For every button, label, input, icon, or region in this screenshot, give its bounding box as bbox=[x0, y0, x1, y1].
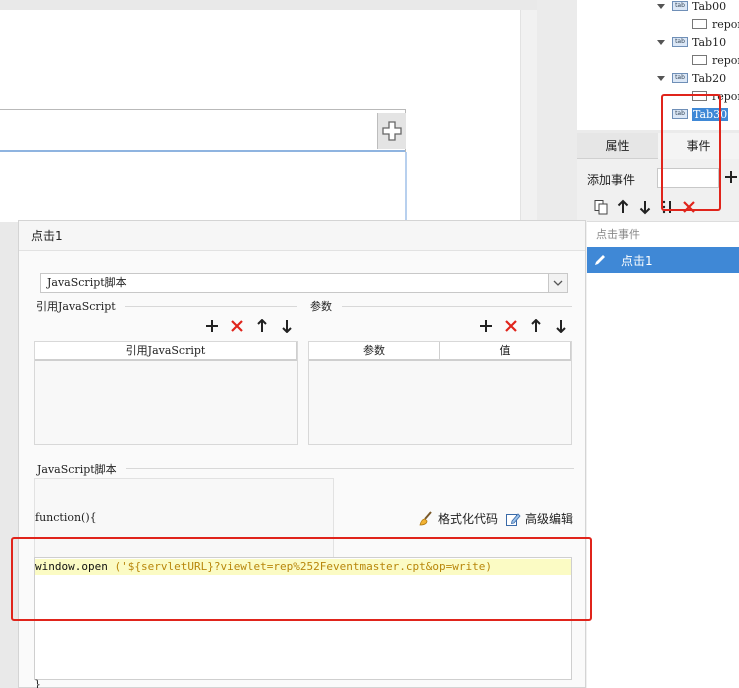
event-list: 点击事件 点击1 bbox=[587, 221, 739, 688]
highlight-box bbox=[661, 94, 721, 211]
ref-js-label: 引用JavaScript bbox=[36, 300, 116, 313]
expand-icon[interactable] bbox=[657, 3, 665, 9]
column-header[interactable]: 引用JavaScript bbox=[35, 342, 297, 359]
delete-icon[interactable] bbox=[229, 318, 245, 334]
function-header: function(){ bbox=[35, 511, 97, 524]
add-event-button[interactable] bbox=[722, 166, 739, 188]
move-up-icon[interactable] bbox=[615, 199, 631, 215]
event-item[interactable]: 点击1 bbox=[587, 247, 739, 273]
edit-icon bbox=[506, 512, 521, 526]
column-header[interactable]: 值 bbox=[440, 342, 571, 359]
tree-item-report[interactable]: repor bbox=[692, 16, 739, 32]
closing-brace: } bbox=[34, 678, 41, 688]
add-event-label: 添加事件 bbox=[587, 173, 636, 187]
params-label: 参数 bbox=[310, 300, 332, 313]
ref-js-table[interactable]: 引用JavaScript bbox=[34, 341, 298, 445]
move-down-icon[interactable] bbox=[637, 199, 653, 215]
brush-icon bbox=[419, 510, 432, 525]
plus-icon bbox=[382, 121, 402, 141]
highlight-box bbox=[11, 537, 592, 621]
canvas-scrollbar[interactable] bbox=[520, 10, 537, 220]
tree-item-tab10[interactable]: tab Tab10 bbox=[657, 34, 726, 50]
divider bbox=[342, 306, 572, 307]
delete-icon[interactable] bbox=[503, 318, 519, 334]
tree-item-tab20[interactable]: tab Tab20 bbox=[657, 70, 726, 86]
copy-icon[interactable] bbox=[593, 199, 609, 215]
tab-widget-body bbox=[0, 152, 407, 222]
pencil-icon[interactable] bbox=[587, 247, 613, 273]
plus-icon bbox=[724, 171, 737, 183]
params-toolbar bbox=[478, 318, 569, 334]
divider bbox=[125, 306, 297, 307]
params-table[interactable]: 参数 值 bbox=[308, 341, 572, 445]
dialog-title: 点击1 bbox=[19, 221, 585, 251]
report-icon bbox=[692, 55, 707, 65]
tree-item-tab00[interactable]: tab Tab00 bbox=[657, 0, 726, 14]
chevron-down-icon[interactable] bbox=[548, 274, 567, 292]
script-type-select[interactable]: JavaScript脚本 bbox=[40, 273, 568, 293]
tab-properties[interactable]: 属性 bbox=[577, 133, 658, 159]
add-icon[interactable] bbox=[478, 318, 494, 334]
tree-item-report[interactable]: repor bbox=[692, 52, 739, 68]
move-down-icon[interactable] bbox=[553, 318, 569, 334]
report-icon bbox=[692, 19, 707, 29]
script-section-label: JavaScript脚本 bbox=[37, 463, 117, 476]
expand-icon[interactable] bbox=[657, 39, 665, 45]
expand-icon[interactable] bbox=[657, 75, 665, 81]
format-code-button[interactable]: 格式化代码 bbox=[418, 510, 498, 527]
ref-js-toolbar bbox=[204, 318, 295, 334]
column-header[interactable]: 参数 bbox=[309, 342, 440, 359]
move-up-icon[interactable] bbox=[254, 318, 270, 334]
event-group-header: 点击事件 bbox=[596, 228, 640, 241]
divider bbox=[126, 468, 574, 469]
tab-icon: tab bbox=[672, 37, 688, 47]
move-down-icon[interactable] bbox=[279, 318, 295, 334]
add-tab-button[interactable] bbox=[377, 113, 406, 149]
move-up-icon[interactable] bbox=[528, 318, 544, 334]
tab-widget-bar[interactable] bbox=[0, 109, 406, 152]
tab-icon: tab bbox=[672, 1, 688, 11]
advanced-edit-button[interactable]: 高级编辑 bbox=[505, 510, 573, 527]
tab-icon: tab bbox=[672, 73, 688, 83]
add-icon[interactable] bbox=[204, 318, 220, 334]
